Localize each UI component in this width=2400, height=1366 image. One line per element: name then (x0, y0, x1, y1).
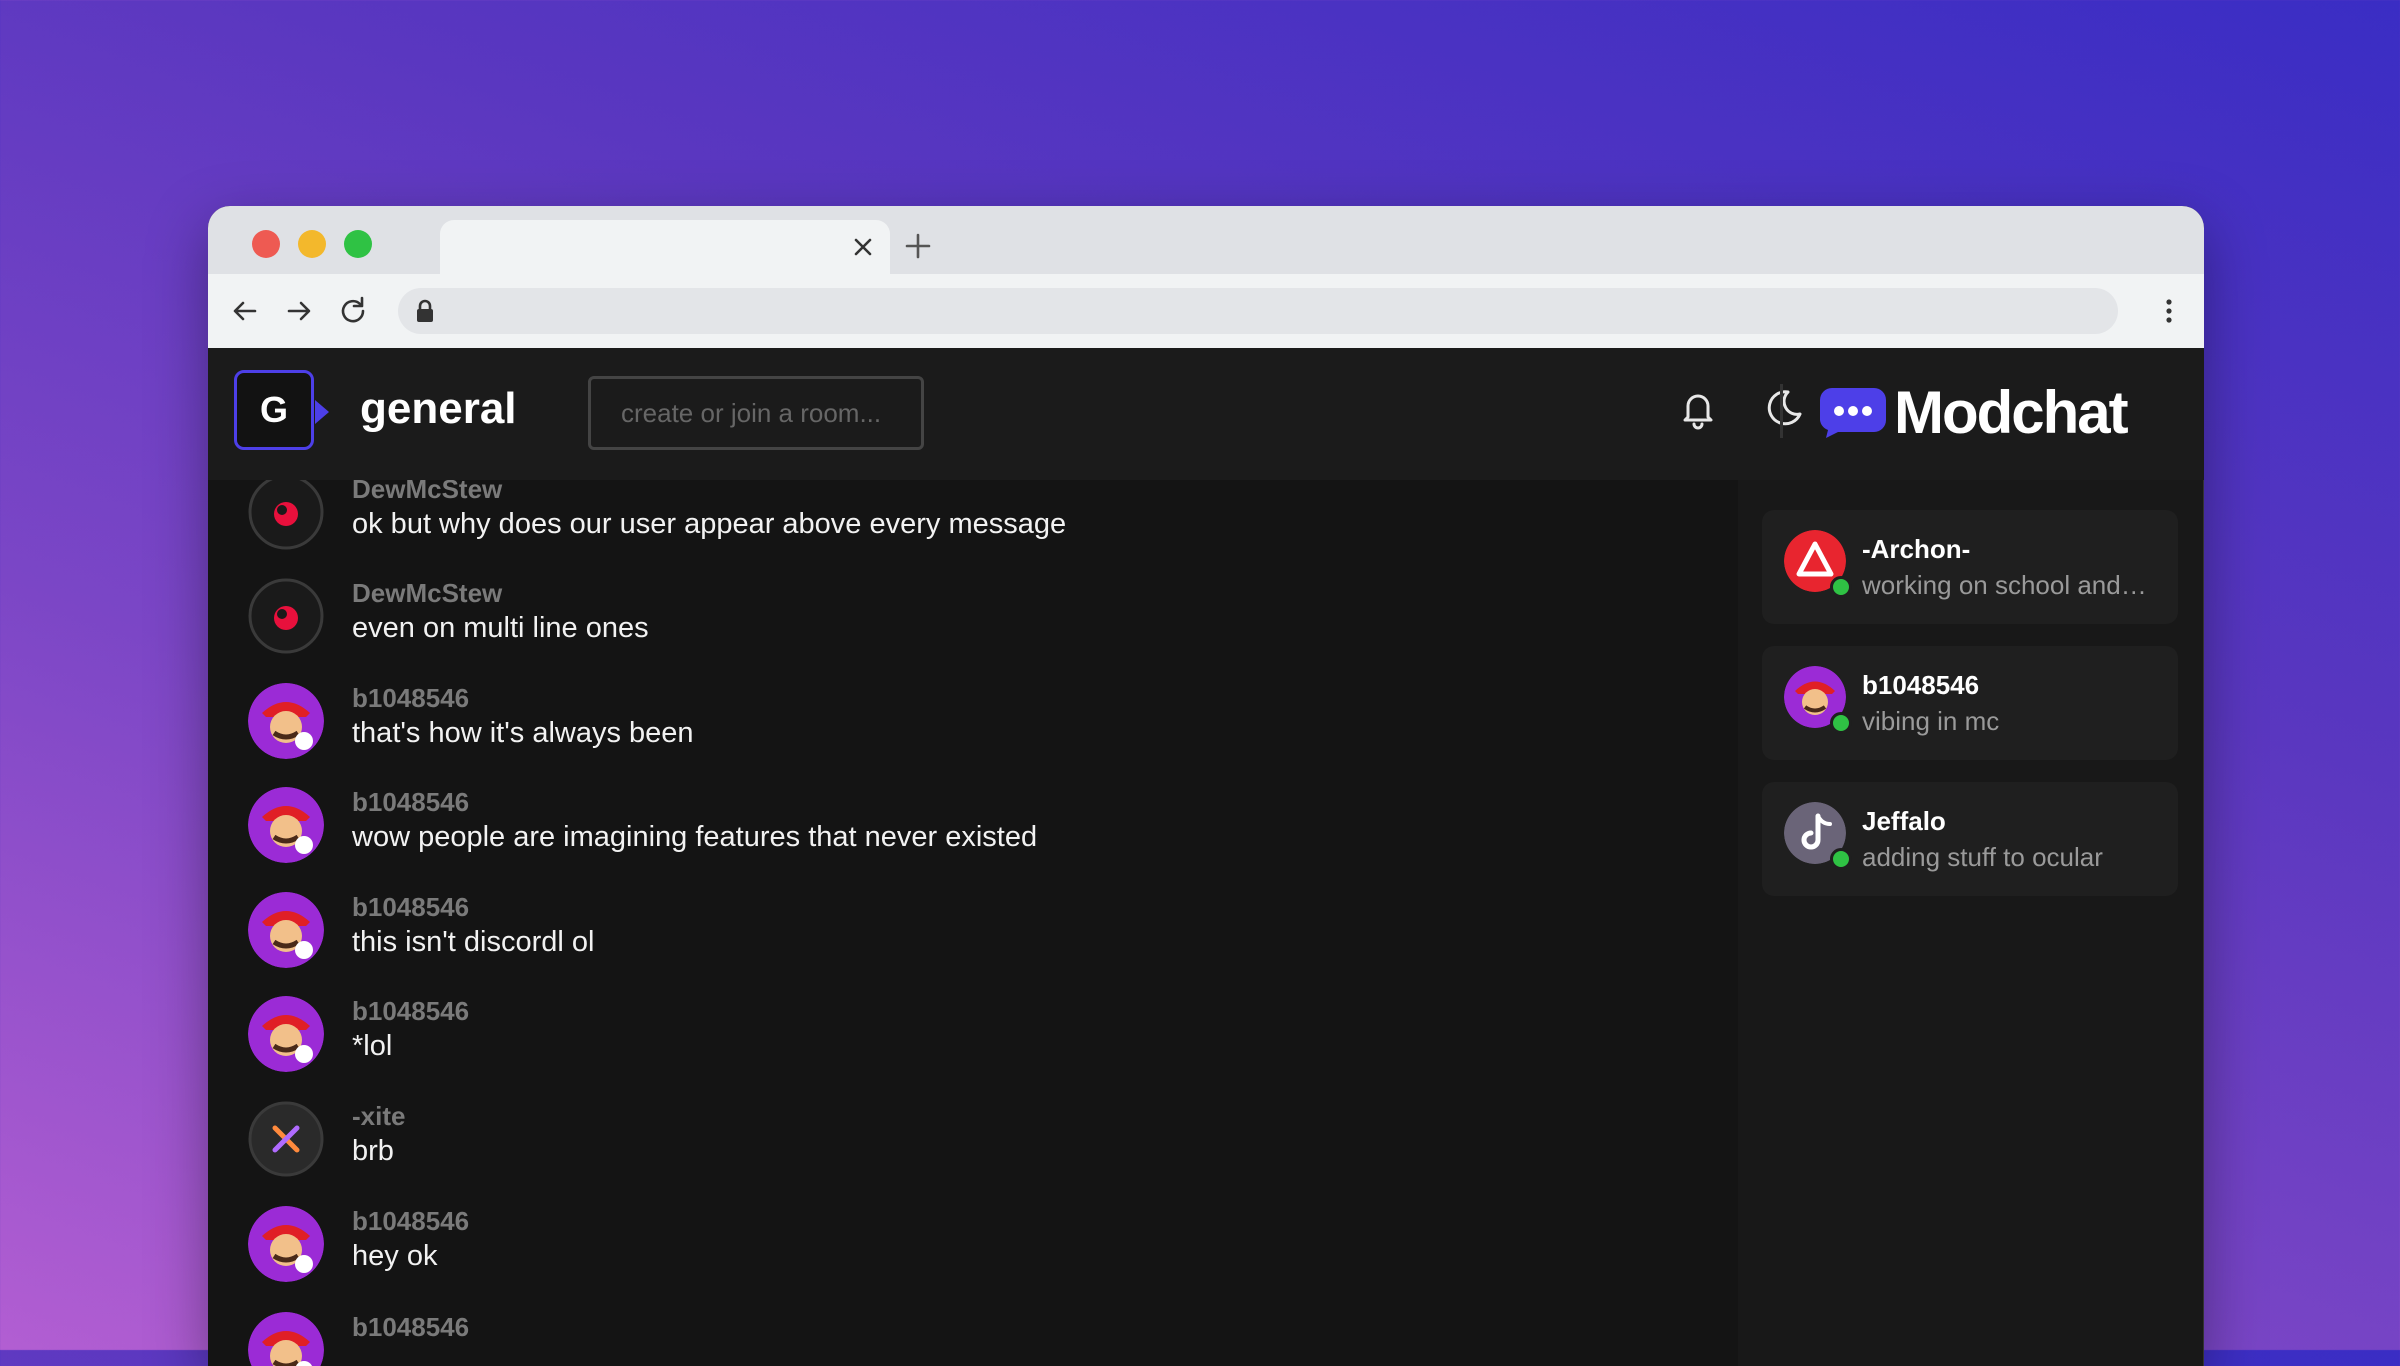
xite-avatar[interactable] (248, 1101, 324, 1177)
message-author[interactable]: b1048546 (352, 996, 469, 1027)
message-item: DewMcStew ok but why does our user appea… (248, 480, 1708, 570)
mario-avatar[interactable] (248, 683, 324, 759)
room-input[interactable] (588, 376, 924, 450)
message-text: that's how it's always been (352, 717, 694, 749)
online-user-name: -Archon- (1862, 534, 1971, 564)
message-item: b1048546 that's how it's always been (248, 675, 1708, 779)
message-author[interactable]: b1048546 (352, 787, 469, 818)
close-icon[interactable] (848, 232, 878, 262)
message-item: b1048546 *lol (248, 988, 1708, 1092)
dewmcstew-avatar[interactable] (248, 480, 324, 550)
message-item: -xite brb (248, 1093, 1708, 1197)
message-text: even on multi line ones (352, 612, 649, 644)
online-user-status: vibing in mc (1862, 706, 2000, 736)
mario-avatar[interactable] (248, 1206, 324, 1282)
message-author[interactable]: -xite (352, 1101, 405, 1132)
online-user-card[interactable]: -Archon- working on school and… (1762, 510, 2178, 624)
browser-tab[interactable] (440, 220, 890, 274)
browser-toolbar (208, 274, 2204, 348)
header-divider (1780, 384, 1783, 438)
room-badge[interactable]: G (234, 370, 314, 450)
online-user-status: adding stuff to ocular (1862, 842, 2103, 872)
message-author[interactable]: DewMcStew (352, 578, 502, 609)
online-user-name: b1048546 (1862, 670, 1980, 700)
online-users-panel: -Archon- working on school and… b1048546… (1738, 480, 2204, 1366)
message-item: b1048546 hey ok (248, 1198, 1708, 1302)
message-author[interactable]: b1048546 (352, 683, 469, 714)
panel-scrollbar[interactable] (2203, 480, 2204, 1366)
message-item: b1048546 this isn't discordl ol (248, 884, 1708, 988)
mario-avatar[interactable] (248, 1312, 324, 1366)
mario-avatar[interactable] (248, 996, 324, 1072)
online-indicator (1830, 848, 1852, 870)
mario-avatar[interactable] (248, 787, 324, 863)
forward-arrow-icon[interactable] (282, 294, 316, 328)
message-author[interactable]: DewMcStew (352, 480, 502, 505)
mario-avatar[interactable] (248, 892, 324, 968)
dewmcstew-avatar[interactable] (248, 578, 324, 654)
app-header: G general Modchat (208, 348, 2204, 480)
message-item: b1048546 (248, 1304, 1708, 1366)
maximize-window-button[interactable] (344, 230, 372, 258)
moon-icon[interactable] (1760, 384, 1808, 432)
more-vertical-icon[interactable] (2152, 294, 2186, 328)
modchat-app: G general Modchat (208, 348, 2204, 1366)
message-author[interactable]: b1048546 (352, 1206, 469, 1237)
new-tab-icon[interactable] (900, 228, 936, 264)
message-text: wow people are imagining features that n… (352, 821, 1038, 853)
message-author[interactable]: b1048546 (352, 892, 469, 923)
chat-bubble-logo-icon (1820, 388, 1886, 438)
online-user-name: Jeffalo (1862, 806, 1946, 836)
online-user-card[interactable]: Jeffalo adding stuff to ocular (1762, 782, 2178, 896)
brand-name: Modchat (1894, 379, 2129, 446)
browser-window: G general Modchat (208, 206, 2204, 1366)
online-indicator (1830, 576, 1852, 598)
message-text: *lol (352, 1030, 393, 1062)
message-text: this isn't discordl ol (352, 926, 595, 958)
message-list: DewMcStew ok but why does our user appea… (208, 480, 1738, 1366)
room-name: general (360, 384, 517, 433)
message-text: brb (352, 1135, 394, 1167)
bell-icon[interactable] (1674, 384, 1722, 432)
online-indicator (1830, 712, 1852, 734)
minimize-window-button[interactable] (298, 230, 326, 258)
tab-strip (208, 206, 2204, 274)
message-item: DewMcStew even on multi line ones (248, 570, 1708, 674)
room-badge-arrow (315, 400, 329, 424)
close-window-button[interactable] (252, 230, 280, 258)
message-author[interactable]: b1048546 (352, 1312, 469, 1343)
online-user-status: working on school and… (1862, 570, 2147, 600)
message-text: ok but why does our user appear above ev… (352, 508, 1067, 540)
message-item: b1048546 wow people are imagining featur… (248, 779, 1708, 883)
message-text: hey ok (352, 1240, 438, 1272)
online-user-card[interactable]: b1048546 vibing in mc (1762, 646, 2178, 760)
lock-icon (417, 299, 433, 322)
back-arrow-icon[interactable] (228, 294, 262, 328)
room-initial: G (259, 389, 288, 430)
address-bar[interactable] (398, 288, 2118, 334)
reload-icon[interactable] (336, 294, 370, 328)
